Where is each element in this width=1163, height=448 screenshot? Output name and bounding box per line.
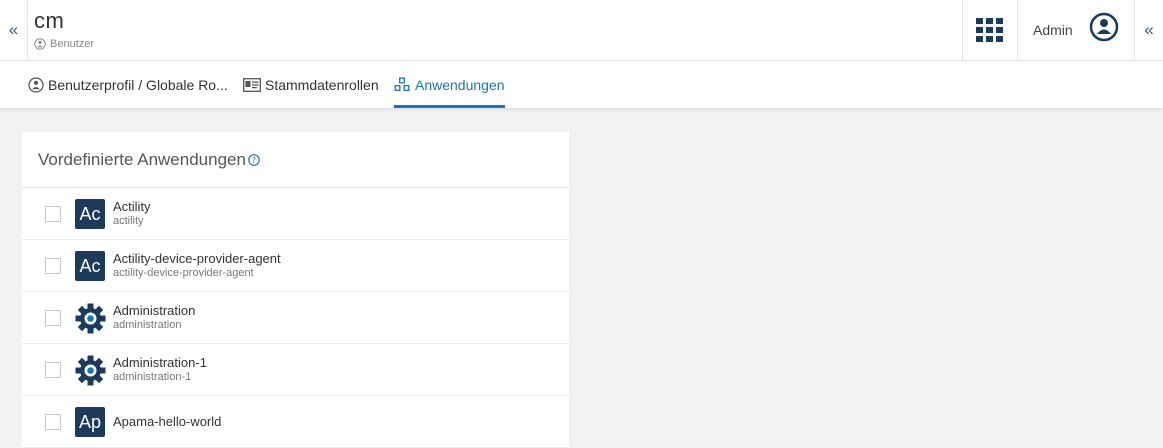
collapse-left-button[interactable]: «	[0, 0, 27, 60]
tab-applications[interactable]: Anwendungen	[394, 61, 505, 108]
user-circle-icon	[34, 38, 46, 50]
tab-label: Stammdatenrollen	[265, 76, 379, 93]
app-switcher-button[interactable]	[962, 0, 1018, 60]
app-id: actility	[113, 215, 144, 227]
grid-icon	[976, 18, 1003, 42]
list-item: Administration administration	[22, 292, 569, 344]
app-badge: Ac	[75, 251, 105, 281]
app-badge: Ap	[75, 407, 105, 437]
app-badge: Ac	[75, 199, 105, 229]
list-item: Ac Actility actility	[22, 188, 569, 240]
collapse-right-button[interactable]: «	[1134, 0, 1163, 60]
app-name: Actility-device-provider-agent	[113, 251, 281, 266]
app-checkbox[interactable]	[45, 258, 61, 274]
app-checkbox[interactable]	[45, 414, 61, 430]
tab-user-profile[interactable]: Benutzerprofil / Globale Ro...	[28, 61, 228, 108]
list-item: Ap Apama-hello-world	[22, 396, 569, 448]
app-checkbox[interactable]	[45, 362, 61, 378]
app-checkbox[interactable]	[45, 206, 61, 222]
tab-master-data-roles[interactable]: Stammdatenrollen	[243, 61, 379, 108]
id-card-icon	[243, 77, 261, 92]
list-item: Administration-1 administration-1	[22, 344, 569, 396]
svg-text:?: ?	[252, 156, 256, 165]
app-badge-icon: Ap	[75, 407, 106, 438]
help-icon[interactable]: ?	[248, 153, 260, 166]
app-id: actility-device-provider-agent	[113, 267, 254, 279]
cubes-icon	[394, 77, 410, 91]
app-badge-icon: Ac	[75, 251, 106, 282]
avatar-icon	[1089, 12, 1119, 42]
app-name: Administration	[113, 303, 196, 318]
user-menu[interactable]: Admin	[1019, 0, 1134, 60]
breadcrumb: Benutzer	[34, 38, 94, 50]
top-bar: « cm Benutzer Admin «	[0, 0, 1163, 61]
app-name: Administration-1	[113, 355, 207, 370]
card-header: Vordefinierte Anwendungen ?	[22, 132, 569, 188]
app-id: administration-1	[113, 371, 192, 383]
app-badge-icon: Ac	[75, 199, 106, 230]
app-name: Actility	[113, 199, 151, 214]
card-title: Vordefinierte Anwendungen	[38, 149, 246, 169]
gear-icon	[75, 303, 106, 334]
list-item: Ac Actility-device-provider-agent actili…	[22, 240, 569, 292]
user-name: Admin	[1033, 22, 1073, 38]
title-block: cm Benutzer	[27, 0, 94, 60]
tab-bar: Benutzerprofil / Globale Ro... Stammdate…	[0, 61, 1163, 108]
predefined-applications-card: Vordefinierte Anwendungen ? Ac Actility …	[22, 132, 569, 448]
app-name: Apama-hello-world	[113, 414, 222, 429]
page-title: cm	[34, 8, 65, 33]
subtitle-text: Benutzer	[50, 38, 95, 50]
user-circle-icon	[28, 76, 44, 93]
tab-label: Benutzerprofil / Globale Ro...	[48, 76, 228, 93]
app-checkbox[interactable]	[45, 310, 61, 326]
gear-icon	[75, 355, 106, 386]
tab-label: Anwendungen	[415, 76, 505, 93]
app-id: administration	[113, 319, 182, 331]
